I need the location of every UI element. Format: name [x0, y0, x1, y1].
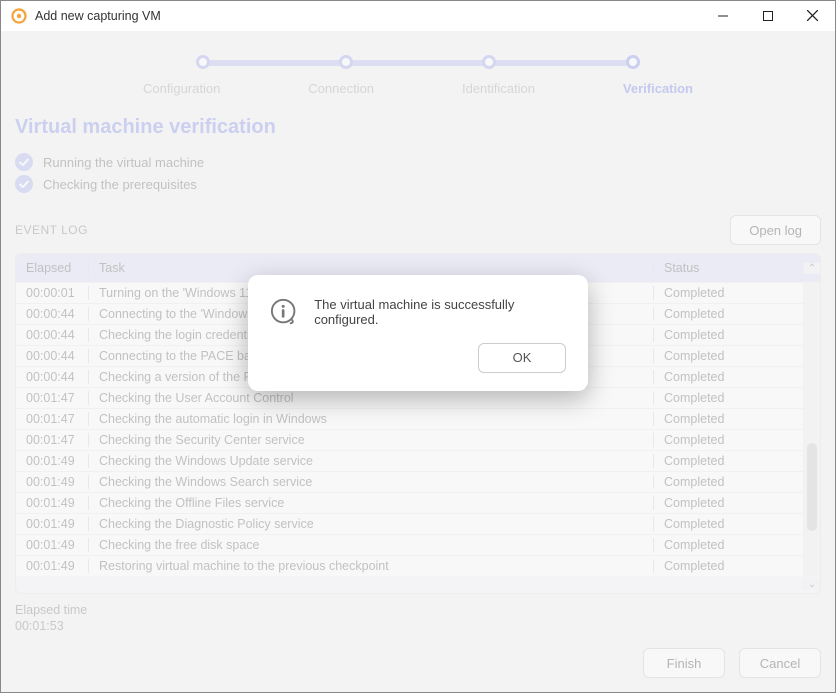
cell-task: Checking the free disk space: [88, 538, 653, 552]
stepper-label: Verification: [623, 81, 693, 96]
table-row[interactable]: 00:01:47Checking the Security Center ser…: [16, 429, 803, 450]
table-row[interactable]: 00:01:49Restoring virtual machine to the…: [16, 555, 803, 576]
titlebar: Add new capturing VM: [1, 1, 835, 31]
open-log-button[interactable]: Open log: [730, 215, 821, 245]
section-title: Virtual machine verification: [15, 116, 821, 139]
ok-button[interactable]: OK: [478, 343, 566, 373]
scrollbar[interactable]: [803, 282, 820, 576]
cell-elapsed: 00:01:49: [16, 496, 88, 510]
cell-status: Completed: [653, 559, 803, 573]
cell-status: Completed: [653, 307, 803, 321]
stepper-label: Configuration: [143, 81, 220, 96]
table-row[interactable]: 00:01:49Checking the Offline Files servi…: [16, 492, 803, 513]
col-header-elapsed[interactable]: Elapsed: [16, 261, 88, 275]
cell-elapsed: 00:01:47: [16, 391, 88, 405]
cell-status: Completed: [653, 433, 803, 447]
check-label: Checking the prerequisites: [43, 177, 197, 192]
footer-buttons: Finish Cancel: [15, 634, 821, 678]
elapsed-time: Elapsed time 00:01:53: [15, 602, 821, 635]
cell-status: Completed: [653, 496, 803, 510]
cell-elapsed: 00:01:49: [16, 517, 88, 531]
cell-status: Completed: [653, 391, 803, 405]
window: Add new capturing VM Configuration Connec…: [0, 0, 836, 693]
check-icon: [15, 153, 33, 171]
minimize-button[interactable]: [700, 1, 745, 31]
check-label: Running the virtual machine: [43, 155, 204, 170]
event-log-label: EVENT LOG: [15, 223, 88, 237]
cell-elapsed: 00:01:47: [16, 412, 88, 426]
cell-status: Completed: [653, 349, 803, 363]
col-header-status[interactable]: Status: [653, 261, 803, 275]
cell-elapsed: 00:00:01: [16, 286, 88, 300]
cell-task: Checking the Offline Files service: [88, 496, 653, 510]
col-header-task[interactable]: Task: [88, 261, 653, 275]
cell-elapsed: 00:01:49: [16, 559, 88, 573]
app-icon: [11, 8, 27, 24]
cell-status: Completed: [653, 328, 803, 342]
cell-task: Checking the automatic login in Windows: [88, 412, 653, 426]
cancel-button[interactable]: Cancel: [739, 648, 821, 678]
cell-task: Checking the Windows Update service: [88, 454, 653, 468]
confirm-dialog: The virtual machine is successfully conf…: [248, 275, 588, 391]
cell-elapsed: 00:01:49: [16, 538, 88, 552]
stepper-label: Connection: [308, 81, 374, 96]
table-row[interactable]: 00:01:49Checking the Windows Update serv…: [16, 450, 803, 471]
cell-elapsed: 00:00:44: [16, 349, 88, 363]
cell-elapsed: 00:01:49: [16, 454, 88, 468]
cell-task: Checking the Diagnostic Policy service: [88, 517, 653, 531]
scroll-down-button[interactable]: ⌄: [803, 579, 820, 590]
table-row[interactable]: 00:01:49Checking the Windows Search serv…: [16, 471, 803, 492]
table-row[interactable]: 00:01:47Checking the automatic login in …: [16, 408, 803, 429]
cell-elapsed: 00:00:44: [16, 307, 88, 321]
cell-status: Completed: [653, 286, 803, 300]
cell-task: Checking the Windows Search service: [88, 475, 653, 489]
window-title: Add new capturing VM: [35, 9, 700, 23]
cell-status: Completed: [653, 454, 803, 468]
cell-status: Completed: [653, 538, 803, 552]
cell-status: Completed: [653, 412, 803, 426]
maximize-button[interactable]: [745, 1, 790, 31]
table-row[interactable]: 00:01:49Checking the Diagnostic Policy s…: [16, 513, 803, 534]
finish-button[interactable]: Finish: [643, 648, 725, 678]
info-icon: [270, 297, 298, 327]
cell-task: Checking the Security Center service: [88, 433, 653, 447]
close-icon: [807, 10, 818, 21]
cell-elapsed: 00:00:44: [16, 370, 88, 384]
dialog-text: The virtual machine is successfully conf…: [314, 297, 566, 327]
stepper-label: Identification: [462, 81, 535, 96]
stepper-track: [203, 53, 633, 69]
elapsed-time-value: 00:01:53: [15, 618, 821, 634]
cell-task: Restoring virtual machine to the previou…: [88, 559, 653, 573]
check-item: Running the virtual machine: [15, 153, 821, 171]
cell-status: Completed: [653, 517, 803, 531]
stepper: Configuration Connection Identification Ver…: [15, 41, 821, 110]
cell-status: Completed: [653, 370, 803, 384]
cell-elapsed: 00:01:49: [16, 475, 88, 489]
cell-elapsed: 00:01:47: [16, 433, 88, 447]
check-icon: [15, 175, 33, 193]
cell-task: Checking the User Account Control: [88, 391, 653, 405]
table-row[interactable]: 00:01:49Checking the free disk spaceComp…: [16, 534, 803, 555]
elapsed-time-label: Elapsed time: [15, 602, 821, 618]
maximize-icon: [763, 11, 773, 21]
cell-elapsed: 00:00:44: [16, 328, 88, 342]
check-item: Checking the prerequisites: [15, 175, 821, 193]
minimize-icon: [718, 11, 728, 21]
close-button[interactable]: [790, 1, 835, 31]
scroll-up-button[interactable]: ⌃: [803, 263, 820, 274]
cell-status: Completed: [653, 475, 803, 489]
